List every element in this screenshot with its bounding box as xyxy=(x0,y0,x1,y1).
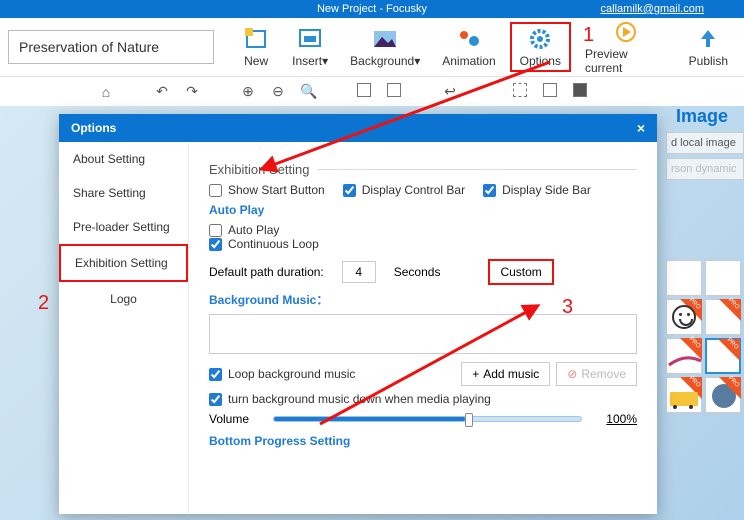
display-ctrl-checkbox[interactable]: Display Control Bar xyxy=(343,183,465,197)
dialog-content: Exhibition Setting Show Start Button Dis… xyxy=(189,142,657,514)
animation-button[interactable]: Animation xyxy=(434,24,503,70)
autoplay-checkbox[interactable]: Auto Play xyxy=(209,223,637,237)
show-start-checkbox[interactable]: Show Start Button xyxy=(209,183,325,197)
bottom-progress-heading: Bottom Progress Setting xyxy=(209,434,637,448)
asset-grid xyxy=(666,260,744,413)
background-label: Background▾ xyxy=(350,54,420,68)
duration-input[interactable] xyxy=(342,261,376,283)
preview-label: Preview current xyxy=(585,47,667,75)
zoom-out-icon[interactable]: ⊖ xyxy=(270,83,286,100)
redo-icon[interactable]: ↷ xyxy=(184,83,200,100)
zoom-in-icon[interactable]: ⊕ xyxy=(240,83,256,100)
continuous-loop-checkbox[interactable]: Continuous Loop xyxy=(209,237,637,251)
user-email[interactable]: callamilk@gmail.com xyxy=(601,3,704,15)
asset-tile[interactable] xyxy=(666,377,702,413)
remove-music-button[interactable]: ⊘Remove xyxy=(556,362,637,386)
turn-down-checkbox[interactable]: turn background music down when media pl… xyxy=(209,392,637,406)
zoom-fit-icon[interactable]: 🔍 xyxy=(300,83,316,100)
side-panel-title: Image xyxy=(676,106,728,127)
animation-icon xyxy=(455,26,483,52)
loop-music-checkbox[interactable]: Loop background music xyxy=(209,367,355,381)
upload-icon xyxy=(694,26,722,52)
rect-tool-a[interactable] xyxy=(356,83,372,100)
tab-preloader[interactable]: Pre-loader Setting xyxy=(59,210,188,244)
plus-icon: + xyxy=(472,367,479,381)
asset-tile[interactable] xyxy=(666,338,702,374)
titlebar: New Project - Focusky callamilk@gmail.co… xyxy=(0,0,744,18)
callout-1: 1 xyxy=(583,24,594,47)
music-list[interactable] xyxy=(209,314,637,354)
new-label: New xyxy=(244,54,268,68)
duration-label: Default path duration: xyxy=(209,265,324,279)
background-button[interactable]: Background▾ xyxy=(342,24,428,70)
tab-share[interactable]: Share Setting xyxy=(59,176,188,210)
stage: Image d local image rson dynamic Options… xyxy=(0,106,744,520)
publish-button[interactable]: Publish xyxy=(681,24,736,70)
person-dynamic[interactable]: rson dynamic xyxy=(666,158,744,180)
undo-icon[interactable]: ↶ xyxy=(154,83,170,100)
toolbar: ⌂ ↶ ↷ ⊕ ⊖ 🔍 ↩ xyxy=(0,76,744,106)
rect-tool-c[interactable] xyxy=(542,83,558,100)
ribbon: New Insert▾ Background▾ Animation Option… xyxy=(0,18,744,76)
add-music-button[interactable]: +Add music xyxy=(461,362,550,386)
exhibition-heading: Exhibition Setting xyxy=(209,162,637,177)
asset-tile[interactable] xyxy=(666,260,702,296)
autoplay-heading: Auto Play xyxy=(209,203,637,217)
remove-icon: ⊘ xyxy=(567,367,577,381)
display-side-checkbox[interactable]: Display Side Bar xyxy=(483,183,591,197)
gear-icon xyxy=(526,26,554,52)
close-icon[interactable]: × xyxy=(637,120,645,136)
options-button[interactable]: Options xyxy=(510,22,571,72)
add-local-image[interactable]: d local image xyxy=(666,132,744,154)
back-icon[interactable]: ↩ xyxy=(442,83,458,100)
insert-label: Insert▾ xyxy=(292,54,328,68)
play-icon xyxy=(612,19,640,45)
insert-icon xyxy=(296,26,324,52)
background-icon xyxy=(371,26,399,52)
insert-button[interactable]: Insert▾ xyxy=(284,24,336,70)
publish-label: Publish xyxy=(689,54,728,68)
app-title: New Project - Focusky xyxy=(317,3,427,15)
tab-logo[interactable]: Logo xyxy=(59,282,188,316)
dialog-title: Options × xyxy=(59,114,657,142)
rect-tool-d[interactable] xyxy=(572,83,588,100)
animation-label: Animation xyxy=(442,54,495,68)
volume-label: Volume xyxy=(209,412,249,426)
asset-tile-selected[interactable] xyxy=(705,338,741,374)
project-name-input[interactable] xyxy=(8,30,214,64)
volume-slider[interactable] xyxy=(273,416,582,422)
callout-3: 3 xyxy=(562,296,573,319)
asset-tile[interactable] xyxy=(666,299,702,335)
new-button[interactable]: New xyxy=(234,24,278,70)
new-icon xyxy=(242,26,270,52)
asset-tile[interactable] xyxy=(705,299,741,335)
home-icon[interactable]: ⌂ xyxy=(98,84,114,100)
rect-tool-b[interactable] xyxy=(386,83,402,100)
options-label: Options xyxy=(520,54,561,68)
asset-tile[interactable] xyxy=(705,260,741,296)
asset-tile[interactable] xyxy=(705,377,741,413)
side-panel: d local image rson dynamic xyxy=(666,132,744,184)
seconds-label: Seconds xyxy=(394,265,441,279)
dialog-sidebar: About Setting Share Setting Pre-loader S… xyxy=(59,142,189,514)
callout-2: 2 xyxy=(38,292,49,315)
tab-about[interactable]: About Setting xyxy=(59,142,188,176)
dialog-title-text: Options xyxy=(71,121,116,135)
select-tool[interactable] xyxy=(512,83,528,100)
volume-percent: 100% xyxy=(606,412,637,426)
tab-exhibition[interactable]: Exhibition Setting xyxy=(59,244,188,282)
custom-button[interactable]: Custom xyxy=(488,259,553,285)
